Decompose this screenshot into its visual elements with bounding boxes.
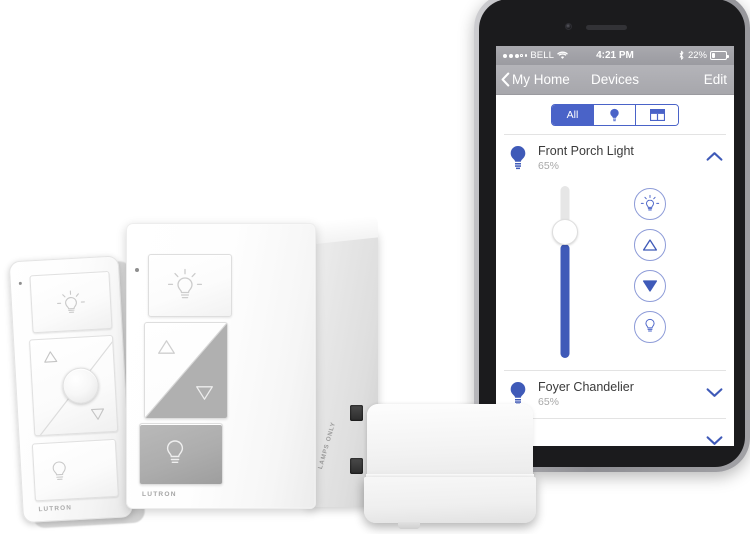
segment-shades[interactable] [636, 105, 678, 125]
hub-top-shell [367, 404, 533, 476]
triangle-down-icon [196, 386, 213, 400]
back-button-label: My Home [512, 72, 570, 87]
status-bar: BELL 4:21 PM 22% [496, 46, 734, 65]
plug-in-lamp-dimmer: LAMPS ONLY LUTRON [118, 215, 383, 518]
raise-button[interactable] [634, 229, 666, 261]
control-button-column [634, 186, 666, 358]
front-camera [565, 23, 572, 30]
dimmer-outlet-port-2 [350, 458, 363, 474]
pico-on-button[interactable] [29, 270, 113, 334]
chevron-down-icon[interactable] [706, 385, 724, 403]
earpiece-speaker [586, 25, 627, 30]
dimmer-dim-rocker[interactable] [144, 322, 228, 419]
dimmer-on-button[interactable] [148, 254, 232, 317]
shades-icon [649, 109, 665, 121]
edit-button[interactable]: Edit [704, 72, 734, 87]
navigation-bar: My Home Devices Edit [496, 65, 734, 95]
device-level: 65% [538, 396, 560, 408]
full-on-button[interactable] [634, 188, 666, 220]
chevron-down-icon[interactable] [706, 433, 724, 446]
lower-button[interactable] [634, 270, 666, 302]
slider-thumb[interactable] [552, 219, 578, 245]
smartphone: BELL 4:21 PM 22% My Home Devices Edit Al… [474, 0, 750, 472]
product-photo-scene: LUTRON LAMPS ONLY LUTRON BELL 4:21 PM 22… [0, 0, 750, 534]
dimmer-led-indicator [135, 268, 139, 272]
slider-track-fill [560, 244, 570, 358]
full-off-button[interactable] [634, 311, 666, 343]
back-button[interactable]: My Home [496, 72, 570, 87]
dimmer-off-button[interactable] [139, 423, 223, 485]
triangle-down-icon [642, 280, 658, 292]
bulb-dim-icon [52, 461, 66, 480]
rocker-gray-half [145, 323, 227, 418]
phone-screen: BELL 4:21 PM 22% My Home Devices Edit Al… [496, 46, 734, 446]
battery-icon [710, 51, 729, 60]
segmented-control[interactable]: All [551, 104, 679, 126]
device-row-front-porch-light[interactable]: Front Porch Light 65% [496, 135, 734, 182]
device-name: Front Porch Light [538, 144, 634, 158]
brightness-slider[interactable] [552, 186, 578, 358]
device-info [538, 428, 706, 430]
device-info: Foyer Chandelier 65% [538, 380, 706, 408]
bulb-bright-icon [57, 290, 85, 313]
device-level: 65% [538, 160, 560, 172]
hub-foot [398, 522, 420, 529]
slider-column [496, 186, 634, 358]
bluetooth-icon [679, 50, 684, 60]
light-controls [496, 182, 734, 370]
dimmer-brand-label: LUTRON [142, 491, 177, 498]
segment-lights[interactable] [594, 105, 636, 125]
hub-overlay [364, 404, 536, 530]
chevron-up-icon[interactable] [706, 149, 724, 167]
chevron-left-icon [501, 72, 510, 87]
bulb-bright-icon [640, 194, 660, 211]
bulb-icon [610, 108, 619, 121]
device-name: Foyer Chandelier [538, 380, 634, 394]
device-info: Front Porch Light 65% [538, 144, 706, 172]
device-list: Front Porch Light 65% Foyer Chandelier 6… [496, 134, 734, 446]
hub-bottom-shell [364, 477, 536, 523]
pico-dim-rocker[interactable] [28, 334, 119, 437]
bulb-filled-icon [508, 145, 528, 176]
triangle-up-icon [44, 351, 58, 363]
triangle-up-icon [158, 340, 175, 354]
filter-bar: All [496, 95, 734, 134]
bulb-bright-icon [167, 268, 203, 299]
bulb-dim-icon [645, 318, 655, 332]
segment-all[interactable]: All [552, 105, 594, 125]
segment-all-label: All [566, 109, 579, 121]
bulb-dim-icon [166, 440, 184, 463]
pico-off-button[interactable] [31, 438, 119, 502]
status-bar-right: 22% [678, 50, 729, 61]
triangle-up-icon [642, 239, 658, 251]
triangle-down-icon [90, 408, 105, 420]
battery-percent-label: 22% [687, 50, 707, 61]
dimmer-outlet-port-1 [350, 405, 363, 421]
